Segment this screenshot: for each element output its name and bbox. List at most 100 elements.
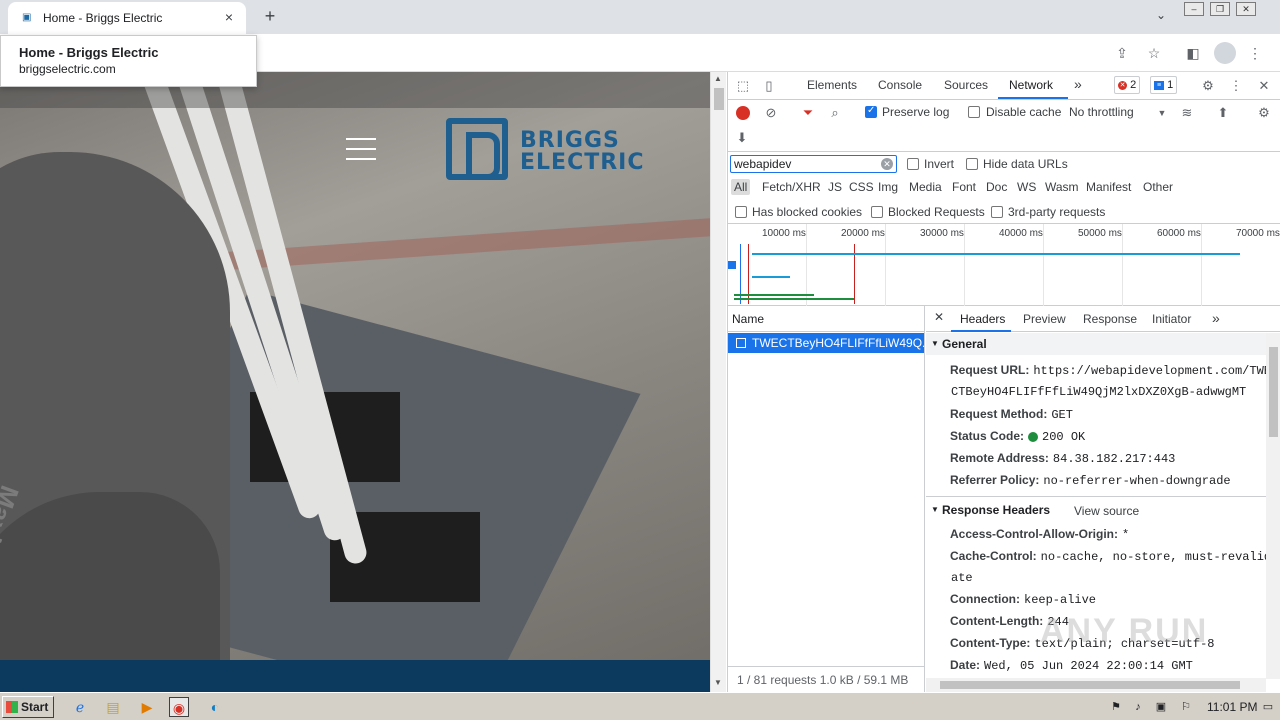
close-window-button[interactable]: ✕ (1236, 2, 1256, 16)
internet-explorer-icon[interactable]: ℯ (70, 697, 90, 717)
network-status-bar: 1 / 81 requests 1.0 kB / 59.1 MB (728, 666, 925, 692)
record-button[interactable] (736, 106, 750, 120)
settings-gear-icon[interactable]: ⚙ (1200, 78, 1216, 94)
tray-flag-icon[interactable]: ⚑ (1106, 697, 1126, 717)
throttling-select[interactable]: No throttling (1069, 105, 1134, 119)
scroll-thumb[interactable] (714, 88, 724, 110)
scroll-up-icon[interactable]: ▲ (714, 74, 722, 83)
show-desktop-icon[interactable]: ▭ (1258, 697, 1278, 717)
message-icon: ≡ (1154, 80, 1164, 90)
tab-sources[interactable]: Sources (944, 78, 988, 92)
browser-tab[interactable]: ▣ Home - Briggs Electric × (8, 2, 246, 34)
third-party-checkbox[interactable] (991, 206, 1003, 218)
chrome-icon[interactable]: ◉ (169, 697, 189, 717)
request-name: TWECTBeyHO4FLIFfFfLiW49Q... (752, 336, 924, 350)
timeline-tick: 10000 ms (762, 228, 806, 239)
tab-preview[interactable]: Preview (1023, 312, 1066, 326)
restore-button[interactable]: ❐ (1210, 2, 1230, 16)
tab-elements[interactable]: Elements (807, 78, 857, 92)
tab-search-icon[interactable]: ⌄ (1152, 8, 1170, 26)
request-bar (752, 276, 790, 278)
type-filter-fetch-xhr[interactable]: Fetch/XHR (762, 180, 821, 194)
details-horizontal-scrollbar[interactable] (926, 678, 1266, 692)
error-badge[interactable]: ✕ 2 (1114, 76, 1141, 94)
minimize-button[interactable]: – (1184, 2, 1204, 16)
scroll-down-icon[interactable]: ▼ (714, 678, 722, 687)
taskbar-clock[interactable]: 11:01 PM (1207, 700, 1257, 714)
type-filter-all[interactable]: All (731, 179, 751, 195)
type-filter-ws[interactable]: WS (1017, 180, 1036, 194)
tab-network[interactable]: Network (1009, 78, 1053, 92)
menu-kebab-icon[interactable]: ⋮ (1245, 43, 1265, 63)
side-panel-icon[interactable]: ◧ (1183, 43, 1203, 63)
cache-control-continued: ate (951, 571, 973, 585)
more-detail-tabs-button[interactable]: » (1212, 310, 1220, 326)
more-tabs-button[interactable]: » (1074, 76, 1082, 92)
hide-data-urls-checkbox[interactable] (966, 158, 978, 170)
profile-avatar[interactable] (1214, 42, 1236, 64)
site-logo[interactable]: BRIGGS ELECTRIC (446, 118, 661, 180)
network-overview-timeline[interactable]: 10000 ms 20000 ms 30000 ms 40000 ms 5000… (728, 224, 1280, 306)
new-tab-button[interactable]: + (260, 6, 280, 26)
tab-initiator[interactable]: Initiator (1152, 312, 1191, 326)
header-value: * (1122, 528, 1130, 542)
upload-har-icon[interactable]: ⬆ (1215, 105, 1231, 121)
type-filter-other[interactable]: Other (1143, 180, 1173, 194)
type-filter-media[interactable]: Media (909, 180, 942, 194)
type-filter-manifest[interactable]: Manifest (1086, 180, 1131, 194)
close-devtools-icon[interactable]: ✕ (1256, 78, 1272, 94)
tray-icon[interactable]: ⚐ (1176, 697, 1196, 717)
close-details-icon[interactable]: ✕ (934, 310, 944, 324)
inspect-element-icon[interactable]: ⬚ (735, 78, 751, 94)
name-column-header[interactable]: Name (728, 306, 925, 332)
preserve-log-checkbox[interactable] (865, 105, 877, 118)
tab-console[interactable]: Console (878, 78, 922, 92)
type-filter-js[interactable]: JS (828, 180, 842, 194)
close-tab-button[interactable]: × (220, 8, 238, 26)
type-filter-wasm[interactable]: Wasm (1045, 180, 1079, 194)
view-source-link[interactable]: View source (1074, 504, 1139, 518)
type-filter-css[interactable]: CSS (849, 180, 874, 194)
scroll-thumb[interactable] (1269, 347, 1278, 437)
start-button[interactable]: Start (2, 696, 54, 718)
request-list: Name TWECTBeyHO4FLIFfFfLiW49Q... 1 / 81 … (728, 306, 925, 692)
blocked-requests-checkbox[interactable] (871, 206, 883, 218)
type-filter-font[interactable]: Font (952, 180, 976, 194)
clear-filter-icon[interactable]: ✕ (881, 158, 893, 170)
has-blocked-cookies-checkbox[interactable] (735, 206, 747, 218)
details-tab-bar: ✕ Headers Preview Response Initiator » (926, 306, 1280, 332)
type-filter-img[interactable]: Img (878, 180, 898, 194)
timeline-tick: 70000 ms (1236, 228, 1280, 239)
filter-icon[interactable]: ⏷ (800, 105, 816, 121)
document-icon (736, 338, 746, 348)
download-har-icon[interactable]: ⬇ (734, 130, 750, 146)
volume-icon[interactable]: ♪ (1128, 697, 1148, 717)
network-conditions-icon[interactable]: ≋ (1179, 105, 1195, 121)
file-explorer-icon[interactable]: ▤ (103, 697, 123, 717)
type-filter-doc[interactable]: Doc (986, 180, 1007, 194)
scroll-thumb[interactable] (940, 681, 1240, 689)
device-toolbar-icon[interactable]: ▯ (761, 78, 777, 94)
table-row[interactable]: TWECTBeyHO4FLIFfFfLiW49Q... (728, 333, 924, 353)
media-player-icon[interactable]: ▶ (137, 697, 157, 717)
general-section-header[interactable]: ▼ General (926, 333, 1266, 355)
tab-headers[interactable]: Headers (960, 312, 1005, 326)
chevron-down-icon[interactable]: ▼ (1154, 105, 1170, 121)
devtools-menu-icon[interactable]: ⋮ (1228, 78, 1244, 94)
bookmark-star-icon[interactable]: ☆ (1144, 43, 1164, 63)
details-vertical-scrollbar[interactable] (1266, 333, 1280, 679)
hamburger-menu-icon[interactable] (346, 138, 376, 160)
message-badge[interactable]: ≡ 1 (1150, 76, 1178, 94)
page-scrollbar[interactable]: ▲ ▼ (710, 72, 726, 692)
disable-cache-checkbox[interactable] (968, 106, 980, 118)
header-value: Wed, 05 Jun 2024 22:00:14 GMT (984, 659, 1193, 673)
network-settings-gear-icon[interactable]: ⚙ (1256, 105, 1272, 121)
edge-icon[interactable]: ◐ (205, 697, 225, 717)
search-icon[interactable]: ⌕ (827, 105, 843, 121)
tab-response[interactable]: Response (1083, 312, 1137, 326)
filter-input[interactable]: webapidev ✕ (730, 155, 897, 173)
clear-icon[interactable]: ⊘ (763, 105, 779, 121)
network-tray-icon[interactable]: ▣ (1151, 697, 1171, 717)
invert-checkbox[interactable] (907, 158, 919, 170)
share-icon[interactable]: ⇪ (1112, 43, 1132, 63)
